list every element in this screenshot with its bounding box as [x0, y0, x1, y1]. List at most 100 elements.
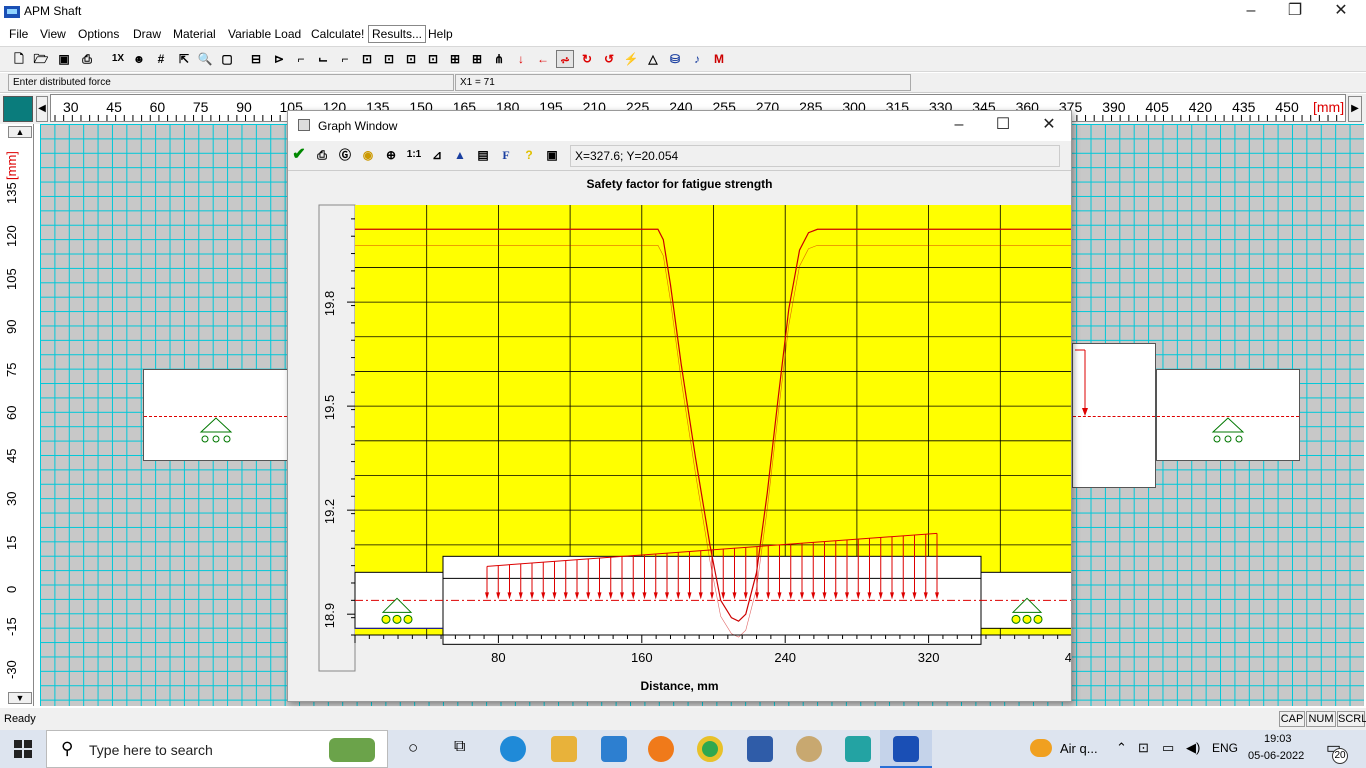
language-indicator[interactable]: ENG	[1212, 741, 1238, 755]
bending-moment-icon[interactable]: ↻	[578, 50, 596, 68]
scroll-right-button[interactable]: ▶	[1348, 96, 1362, 122]
help-icon[interactable]: ?	[520, 146, 538, 164]
ring-groove-icon[interactable]: ⊞	[468, 50, 486, 68]
axial-force-icon[interactable]: ←	[534, 50, 552, 68]
menu-variable-load[interactable]: Variable Load	[228, 27, 301, 41]
windows-start-icon[interactable]	[14, 740, 32, 758]
app-tools-icon[interactable]	[747, 736, 773, 762]
scroll-up-button[interactable]: ▲	[8, 126, 32, 138]
zoom-1-1-icon[interactable]: 1:1	[405, 146, 423, 164]
new-file-icon[interactable]: 🗋	[10, 50, 28, 68]
taskbar-search-box[interactable]: ⚲ Type here to search	[46, 730, 388, 768]
graph-close-button[interactable]: ✕	[1026, 114, 1072, 138]
ruler-label: 0	[4, 585, 19, 593]
clock-time[interactable]: 19:03	[1264, 733, 1292, 745]
keyway-icon[interactable]: ⊡	[380, 50, 398, 68]
edge-browser-icon[interactable]	[500, 736, 526, 762]
calculation-icon[interactable]: ♪	[688, 50, 706, 68]
axis-icon[interactable]: ⊿	[428, 146, 446, 164]
close-button[interactable]: ✕	[1318, 0, 1364, 24]
table-icon[interactable]: ▤	[474, 146, 492, 164]
fit-window-icon[interactable]: ▢	[218, 50, 236, 68]
maximize-button[interactable]: ❐	[1272, 0, 1318, 24]
main-toolbar: 🗋 🗁 ▣ ⎙ 1X ☻ # ⇱ 🔍 ▢ ⊟ ⊳ ⌐ ⌙ ⌐ ⊡ ⊡ ⊡ ⊡ ⊞…	[0, 46, 1366, 72]
menu-file[interactable]: File	[9, 27, 28, 41]
select-icon[interactable]: ⇱	[175, 50, 193, 68]
chart-type-icon[interactable]: ▲	[451, 146, 469, 164]
mail-icon[interactable]	[601, 736, 627, 762]
color-swatch[interactable]	[3, 96, 33, 122]
lightning-icon[interactable]: ⚡	[622, 50, 640, 68]
save-icon[interactable]: ▣	[543, 146, 561, 164]
menu-material[interactable]: Material	[173, 27, 216, 41]
volume-icon[interactable]: ◀)	[1186, 740, 1200, 756]
apm-shaft-taskbar-button[interactable]	[880, 730, 932, 768]
zoom-in-icon[interactable]: ⊕	[382, 146, 400, 164]
torque-icon[interactable]: ↺	[600, 50, 618, 68]
save-icon[interactable]: ▣	[55, 50, 73, 68]
graph-minimize-button[interactable]: –	[936, 114, 982, 138]
menu-calculate[interactable]: Calculate!	[311, 27, 364, 41]
ruler-label: 90	[236, 99, 252, 115]
right-shaft-section[interactable]	[1156, 369, 1300, 461]
thread-icon[interactable]: ⊡	[402, 50, 420, 68]
chrome-icon[interactable]	[697, 736, 723, 762]
graph-window[interactable]: Graph Window – ☐ ✕ ✔ ⎙ Ⓖ ◉ ⊕ 1:1 ⊿ ▲ ▤ F…	[287, 110, 1072, 702]
graph-window-title: Graph Window	[318, 119, 398, 133]
chart-title: Safety factor for fatigue strength	[586, 177, 773, 191]
open-file-icon[interactable]: 🗁	[32, 50, 50, 68]
firefox-icon[interactable]	[648, 736, 674, 762]
scroll-down-button[interactable]: ▼	[8, 692, 32, 704]
ok-check-icon[interactable]: ✔	[290, 146, 308, 164]
zoom-icon[interactable]: 🔍	[196, 50, 214, 68]
zoom-face-icon[interactable]: ☻	[130, 50, 148, 68]
menu-help[interactable]: Help	[428, 27, 453, 41]
clock-date[interactable]: 05-06-2022	[1248, 750, 1304, 762]
zoom-1x-icon[interactable]: 1X	[108, 50, 128, 68]
minimize-button[interactable]: –	[1228, 0, 1274, 24]
font-icon[interactable]: F	[497, 146, 515, 164]
paint-icon[interactable]	[796, 736, 822, 762]
num-indicator: NUM	[1306, 711, 1336, 727]
graph-maximize-button[interactable]: ☐	[980, 114, 1026, 138]
menu-view[interactable]: View	[40, 27, 66, 41]
chevron-up-icon[interactable]: ⌃	[1116, 740, 1127, 756]
scroll-left-button[interactable]: ◀	[36, 96, 48, 122]
print-icon[interactable]: ⎙	[78, 50, 96, 68]
groove-icon[interactable]: ⊡	[358, 50, 376, 68]
shaft-section-icon[interactable]: ⊟	[247, 50, 265, 68]
menu-draw[interactable]: Draw	[133, 27, 161, 41]
cone-section-icon[interactable]: ⊳	[270, 50, 288, 68]
step-icon[interactable]: ⌐	[292, 50, 310, 68]
battery-icon[interactable]: ▭	[1162, 740, 1174, 756]
spline-icon[interactable]: ⊡	[424, 50, 442, 68]
graph-settings-icon[interactable]: Ⓖ	[336, 146, 354, 164]
grid-icon[interactable]: #	[152, 50, 170, 68]
network-icon[interactable]: ⊡	[1138, 740, 1149, 756]
hint-text: Enter distributed force	[8, 74, 454, 91]
left-shaft-section[interactable]	[143, 369, 288, 461]
ruler-label: 30	[4, 491, 19, 507]
distributed-force-icon[interactable]: ⩫	[556, 50, 574, 68]
hole-icon[interactable]: ⊞	[446, 50, 464, 68]
file-explorer-icon[interactable]	[551, 736, 577, 762]
menu-results[interactable]: Results...	[368, 25, 427, 43]
moment-m-icon[interactable]: M	[710, 50, 728, 68]
menu-options[interactable]: Options	[78, 27, 119, 41]
material-icon[interactable]: ⛁	[666, 50, 684, 68]
task-view-icon[interactable]: ⧉	[454, 738, 465, 756]
support-icon[interactable]: ⋔	[490, 50, 508, 68]
middle-shaft-section[interactable]	[1072, 343, 1156, 488]
y-tick-label: 18.9	[322, 603, 337, 628]
chamfer-icon[interactable]: ⌙	[314, 50, 332, 68]
map-app-icon[interactable]	[845, 736, 871, 762]
fillet-icon[interactable]: ⌐	[336, 50, 354, 68]
color-palette-icon[interactable]: ◉	[359, 146, 377, 164]
bearing-icon[interactable]: △	[644, 50, 662, 68]
print-icon[interactable]: ⎙	[313, 146, 331, 164]
cortana-icon[interactable]: ○	[408, 738, 418, 758]
force-icon[interactable]: ↓	[512, 50, 530, 68]
weather-text[interactable]: Air q...	[1060, 741, 1098, 756]
safety-factor-chart[interactable]: 19.8 19.5 19.2 18.9 80 160 240 320 4	[288, 203, 1071, 673]
weather-icon[interactable]	[1030, 739, 1052, 757]
